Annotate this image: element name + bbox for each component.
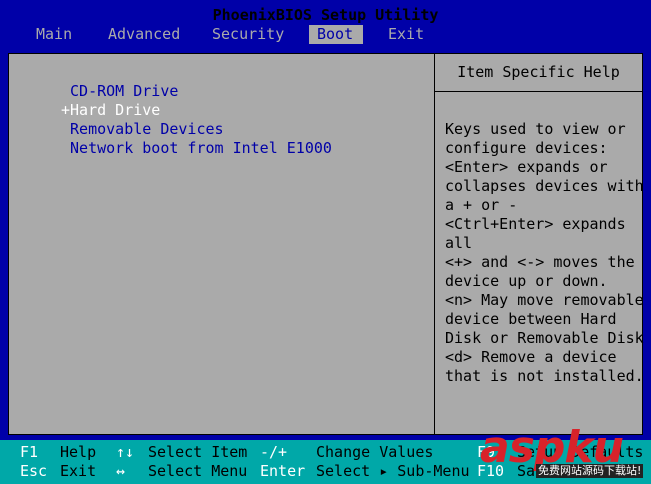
watermark-tagline: 免费网站源码下载站! [536, 464, 644, 478]
key-enter-label: Select ▸ Sub-Menu [316, 462, 470, 480]
help-title: Item Specific Help [457, 63, 620, 81]
window-title: PhoenixBIOS Setup Utility [212, 6, 439, 24]
boot-item-removable[interactable]: Removable Devices [61, 120, 332, 139]
key-left-right: ↔ [116, 462, 126, 480]
menu-main[interactable]: Main [28, 25, 80, 44]
boot-order-list: CD-ROM Drive +Hard Drive Removable Devic… [61, 82, 332, 158]
boot-item-network[interactable]: Network boot from Intel E1000 [61, 139, 332, 158]
panel-divider [434, 54, 435, 434]
menu-exit[interactable]: Exit [380, 25, 432, 44]
boot-item-hard-drive[interactable]: +Hard Drive [61, 101, 332, 120]
key-enter: Enter [260, 462, 306, 480]
key-f1-label: Help [60, 443, 97, 461]
menu-bar: Main Advanced Security Boot Exit [0, 25, 651, 44]
main-panel: CD-ROM Drive +Hard Drive Removable Devic… [8, 53, 644, 435]
help-text: Keys used to view or configure devices: … [445, 120, 644, 385]
key-f1: F1 [20, 443, 39, 461]
key-up-down: ↑↓ [116, 443, 135, 461]
menu-boot[interactable]: Boot [309, 25, 363, 44]
key-esc: Esc [20, 462, 48, 480]
key-minus-plus-label: Change Values [316, 443, 434, 461]
key-left-right-label: Select Menu [148, 462, 248, 480]
boot-item-cdrom[interactable]: CD-ROM Drive [61, 82, 332, 101]
menu-security[interactable]: Security [204, 25, 292, 44]
key-up-down-label: Select Item [148, 443, 248, 461]
menu-advanced[interactable]: Advanced [100, 25, 188, 44]
help-title-divider [435, 91, 642, 92]
key-minus-plus: -/+ [260, 443, 288, 461]
key-esc-label: Exit [60, 462, 97, 480]
watermark: aspku 免费网站源码下载站! [470, 420, 651, 484]
